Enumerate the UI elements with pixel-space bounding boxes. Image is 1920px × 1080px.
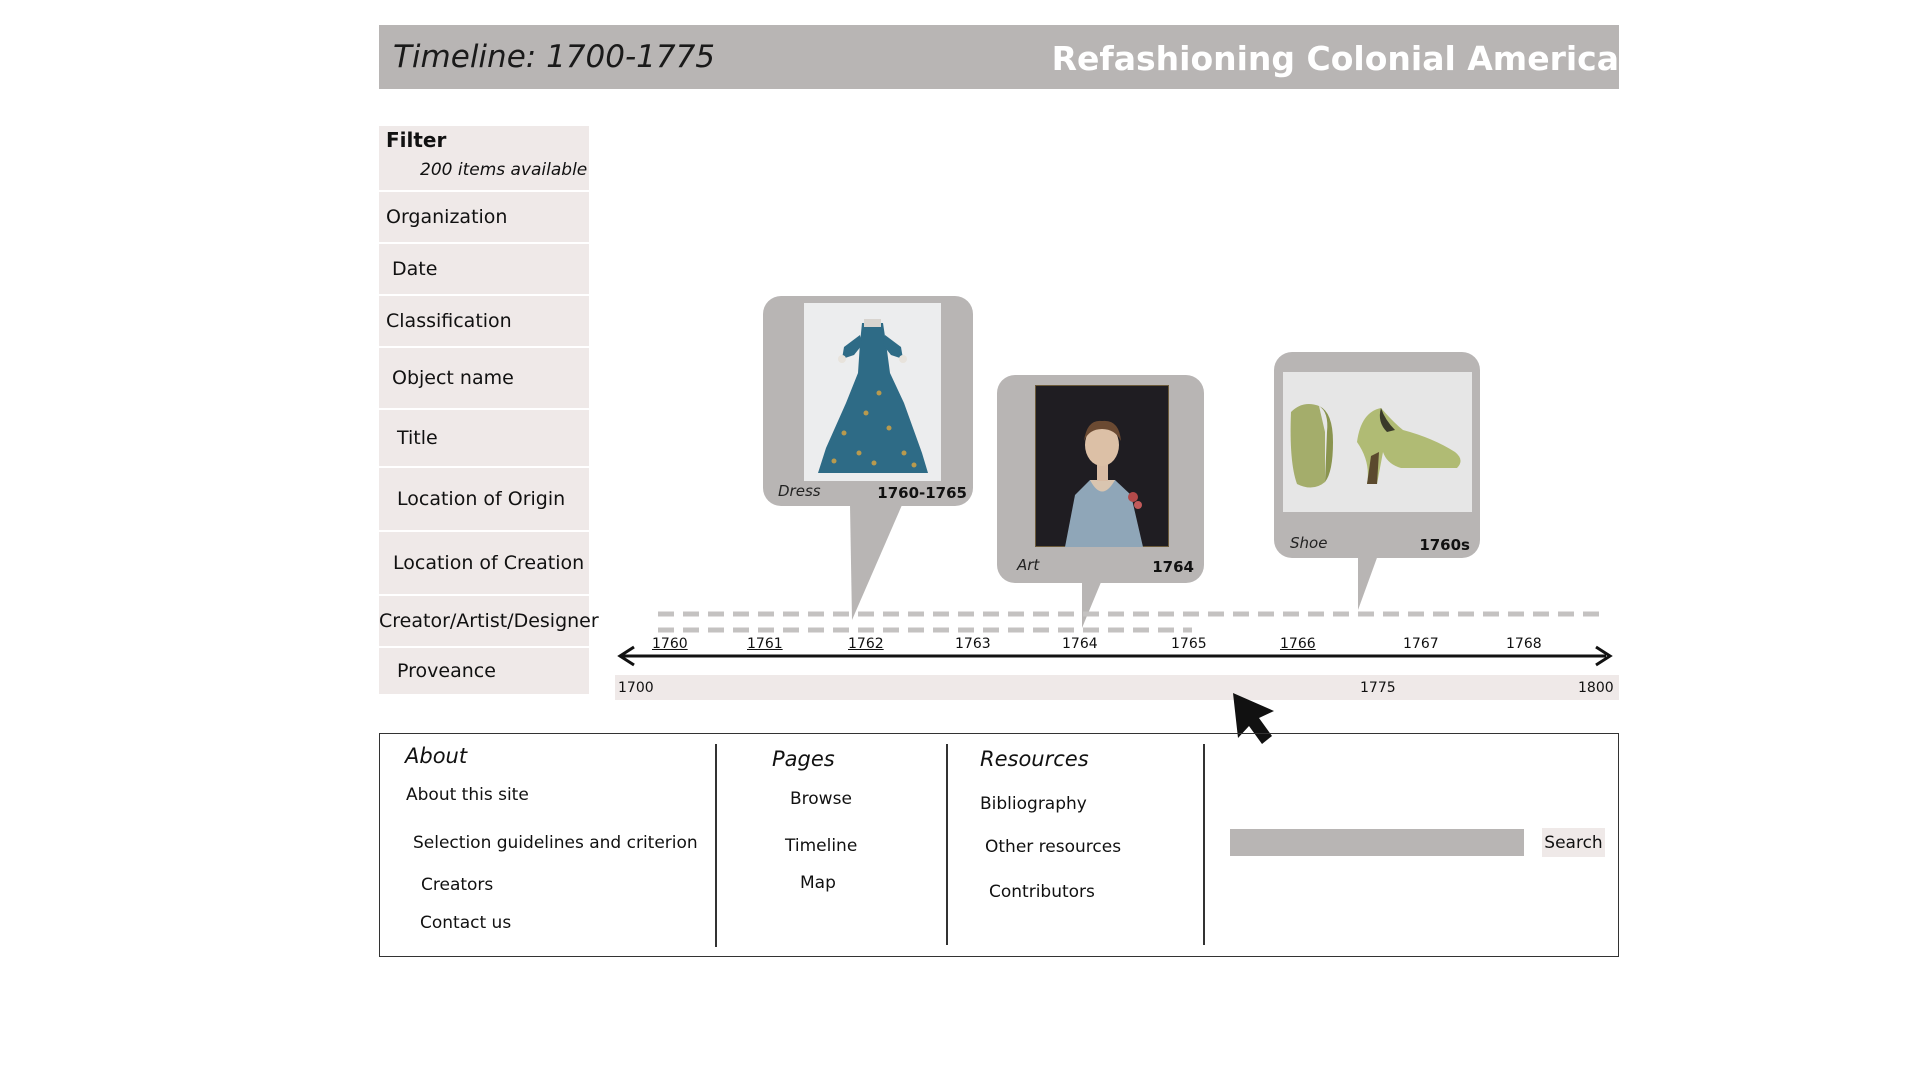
- art-date: 1764: [1152, 558, 1194, 576]
- year-1766[interactable]: 1766: [1280, 636, 1316, 652]
- year-1767[interactable]: 1767: [1403, 636, 1439, 652]
- year-1763[interactable]: 1763: [955, 636, 991, 652]
- art-image: [1035, 385, 1169, 547]
- year-1760[interactable]: 1760: [652, 636, 688, 652]
- link-creators[interactable]: Creators: [421, 875, 493, 895]
- shoe-label: Shoe: [1290, 534, 1328, 552]
- range-label-1800: 1800: [1578, 680, 1614, 696]
- footer-resources-heading: Resources: [980, 747, 1089, 771]
- dress-image: [804, 303, 941, 481]
- link-browse[interactable]: Browse: [790, 789, 852, 809]
- link-contributors[interactable]: Contributors: [989, 882, 1095, 902]
- range-label-1700: 1700: [618, 680, 654, 696]
- link-contact-us[interactable]: Contact us: [420, 913, 511, 933]
- link-other-resources[interactable]: Other resources: [985, 837, 1121, 857]
- link-bibliography[interactable]: Bibliography: [980, 794, 1087, 814]
- search-input[interactable]: [1230, 829, 1524, 856]
- search-button[interactable]: Search: [1542, 828, 1605, 857]
- timeline-card-shoe[interactable]: Shoe 1760s: [1274, 352, 1480, 558]
- link-about-this-site[interactable]: About this site: [406, 785, 529, 805]
- dress-date: 1760-1765: [877, 484, 967, 502]
- footer-divider-1: [715, 744, 717, 947]
- footer-about-heading: About: [405, 744, 468, 768]
- footer-divider-3: [1203, 744, 1205, 945]
- dress-card-pointer: [850, 505, 902, 620]
- link-timeline[interactable]: Timeline: [785, 836, 857, 856]
- range-label-1775: 1775: [1360, 680, 1396, 696]
- year-1765[interactable]: 1765: [1171, 636, 1207, 652]
- year-1768[interactable]: 1768: [1506, 636, 1542, 652]
- timeline-card-art[interactable]: Art 1764: [997, 375, 1204, 583]
- timeline-card-dress[interactable]: Dress 1760-1765: [763, 296, 973, 506]
- footer-divider-2: [946, 744, 948, 945]
- year-1762[interactable]: 1762: [848, 636, 884, 652]
- shoe-card-pointer: [1358, 555, 1378, 610]
- dress-label: Dress: [778, 482, 821, 500]
- link-selection-guidelines[interactable]: Selection guidelines and criterion: [413, 833, 698, 853]
- year-1761[interactable]: 1761: [747, 636, 783, 652]
- footer: About About this site Selection guidelin…: [379, 733, 1619, 957]
- art-label: Art: [1017, 556, 1040, 574]
- year-1764[interactable]: 1764: [1062, 636, 1098, 652]
- link-map[interactable]: Map: [800, 873, 836, 893]
- shoe-image: [1283, 372, 1472, 512]
- footer-pages-heading: Pages: [772, 747, 835, 771]
- range-scrubber[interactable]: [615, 675, 1619, 700]
- shoe-date: 1760s: [1419, 536, 1470, 554]
